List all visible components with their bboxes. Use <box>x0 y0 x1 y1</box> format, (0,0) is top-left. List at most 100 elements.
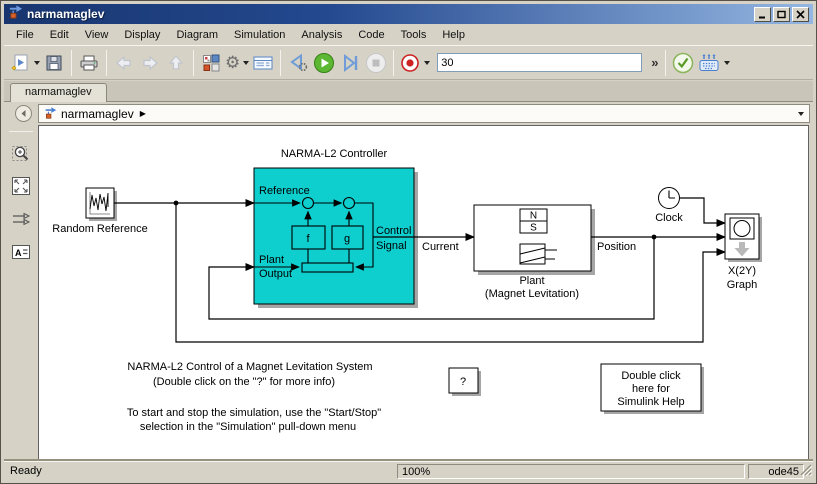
toolbar-separator <box>665 49 667 76</box>
settings-dropdown-icon[interactable] <box>243 60 250 65</box>
minimize-button[interactable] <box>754 6 771 22</box>
window-title: narmamaglev <box>27 7 105 21</box>
breadcrumb[interactable]: narmamaglev ▶ <box>38 104 810 123</box>
signal-routing-button[interactable] <box>8 206 34 232</box>
toolbar-overflow-chevron[interactable]: » <box>648 55 661 70</box>
breadcrumb-arrow-icon[interactable]: ▶ <box>140 109 146 118</box>
solver-name[interactable]: ode45 <box>748 464 804 479</box>
up-to-parent-button[interactable] <box>164 50 188 76</box>
model-explorer-button[interactable] <box>251 50 275 76</box>
menu-help[interactable]: Help <box>434 27 473 43</box>
zoom-level: 100% <box>397 464 745 479</box>
print-button[interactable] <box>77 50 101 76</box>
run-button[interactable] <box>312 50 336 76</box>
toolbar-separator <box>106 49 107 76</box>
label-plant-name: Plant <box>519 275 544 287</box>
breadcrumb-dropdown-icon[interactable] <box>798 111 804 116</box>
menu-edit[interactable]: Edit <box>42 27 77 43</box>
menu-simulation[interactable]: Simulation <box>226 27 293 43</box>
close-button[interactable] <box>792 6 809 22</box>
toolbar-separator <box>280 49 282 76</box>
status-text: Ready <box>10 465 42 477</box>
step-back-button[interactable] <box>286 50 310 76</box>
toolbar-separator <box>193 49 194 76</box>
label-signal: Signal <box>376 240 407 252</box>
label-plant-sub: (Magnet Levitation) <box>485 288 579 300</box>
wire-clock[interactable] <box>680 197 726 228</box>
simulink-window: narmamaglev File Edit View Display Diagr… <box>0 0 817 484</box>
library-browser-button[interactable] <box>199 50 223 76</box>
label-magnet-n: N <box>530 211 537 222</box>
block-narma-controller[interactable]: Reference Plant Output Control Signal f … <box>253 167 415 305</box>
block-random-reference[interactable] <box>85 187 115 219</box>
toolbar-separator <box>71 49 72 76</box>
annotation-tool-button[interactable]: A <box>8 239 34 265</box>
menu-file[interactable]: File <box>8 27 42 43</box>
step-forward-button[interactable] <box>338 50 362 76</box>
record-dropdown-icon[interactable] <box>424 60 431 65</box>
menu-analysis[interactable]: Analysis <box>293 27 350 43</box>
palette-bar: A <box>4 125 38 461</box>
model-canvas[interactable]: Random Reference NARMA-L2 Controller Ref… <box>38 125 809 462</box>
new-model-dropdown-icon[interactable] <box>34 60 40 65</box>
fit-to-view-button[interactable] <box>8 173 34 199</box>
svg-text:To start and stop the simulati[interactable]: To start and stop the simulation, use th… <box>127 407 381 419</box>
label-xy-graph-1: X(2Y) <box>728 265 756 277</box>
save-button[interactable] <box>42 50 66 76</box>
label-help-1: Double click <box>621 370 681 382</box>
palette-separator <box>9 131 33 132</box>
block-question-info[interactable]: ? <box>448 367 479 394</box>
model-settings-button[interactable]: ⚙ <box>225 50 250 76</box>
branch-dot <box>173 200 179 206</box>
stop-button[interactable] <box>364 50 388 76</box>
new-model-button[interactable] <box>11 50 40 76</box>
label-reference: Reference <box>259 185 310 197</box>
block-plant[interactable]: N S <box>473 204 592 272</box>
forward-button[interactable] <box>138 50 162 76</box>
record-button[interactable] <box>399 50 431 76</box>
breadcrumb-model-name[interactable]: narmamaglev <box>61 107 134 121</box>
branch-dot <box>651 234 657 240</box>
svg-text:(Double click on the "?" for m[interactable]: (Double click on the "?" for more info) <box>153 376 335 388</box>
label-controller-title: NARMA-L2 Controller <box>281 148 388 160</box>
menu-display[interactable]: Display <box>116 27 168 43</box>
maximize-button[interactable] <box>773 6 790 22</box>
label-g: g <box>344 233 350 245</box>
label-help-3: Simulink Help <box>617 396 684 408</box>
hide-explorer-bar-button[interactable] <box>15 105 32 122</box>
menu-tools[interactable]: Tools <box>393 27 435 43</box>
breadcrumb-row: narmamaglev ▶ <box>4 103 813 125</box>
label-xy-graph-2: Graph <box>727 279 758 291</box>
block-simulink-help[interactable]: Double click here for Simulink Help <box>600 363 702 412</box>
title-bar[interactable]: narmamaglev <box>4 4 813 24</box>
simulation-pacing-button[interactable] <box>697 50 731 76</box>
tab-narmamaglev[interactable]: narmamaglev <box>10 83 107 102</box>
svg-text:selection in the "Simulation"[interactable]: selection in the "Simulation" pull-down … <box>140 421 356 433</box>
toolbar-separator <box>393 49 395 76</box>
resize-grip-icon[interactable] <box>799 463 813 479</box>
label-plant: Plant <box>259 254 284 266</box>
block-xy-graph[interactable] <box>724 213 760 260</box>
label-position: Position <box>597 241 636 253</box>
back-button[interactable] <box>112 50 136 76</box>
menu-view[interactable]: View <box>77 27 117 43</box>
svg-text:NARMA-L2 Control of a Magnet L[interactable]: NARMA-L2 Control of a Magnet Levitation … <box>127 361 372 373</box>
label-random-reference: Random Reference <box>52 223 147 235</box>
annotation-instructions[interactable]: To start and stop the simulation, use th… <box>127 407 381 433</box>
stop-time-input[interactable] <box>437 53 643 72</box>
annotation-title[interactable]: NARMA-L2 Control of a Magnet Levitation … <box>127 361 372 388</box>
label-output: Output <box>259 268 292 280</box>
update-diagram-button[interactable] <box>671 50 695 76</box>
svg-text:A: A <box>15 248 22 258</box>
zoom-tool-button[interactable] <box>8 140 34 166</box>
signal-wires[interactable] <box>114 197 726 343</box>
label-help-2: here for <box>632 383 670 395</box>
label-magnet-s: S <box>530 223 537 234</box>
menu-diagram[interactable]: Diagram <box>168 27 226 43</box>
label-clock: Clock <box>655 212 683 224</box>
pacing-dropdown-icon[interactable] <box>724 60 731 65</box>
status-bar: Ready 100% ode45 <box>4 461 813 480</box>
block-clock[interactable] <box>658 187 680 209</box>
menu-code[interactable]: Code <box>350 27 392 43</box>
gear-icon: ⚙ <box>225 53 241 72</box>
